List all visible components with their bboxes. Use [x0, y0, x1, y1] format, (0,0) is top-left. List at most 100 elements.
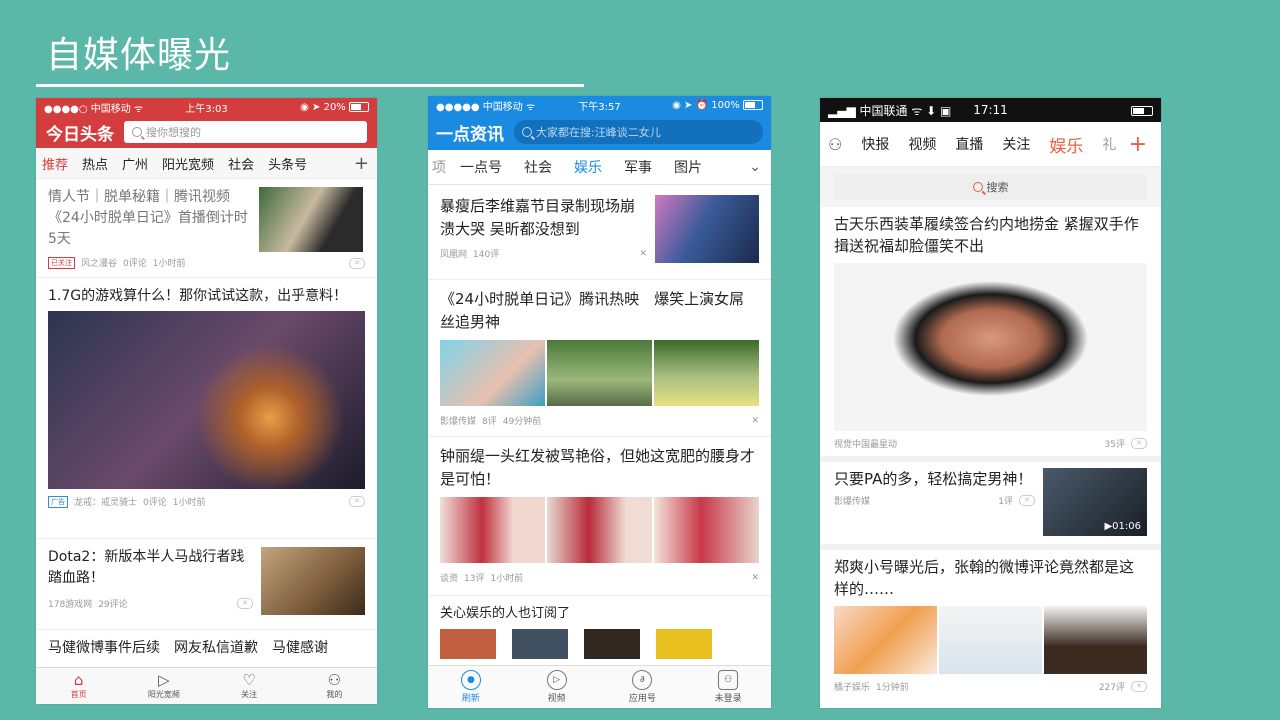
channel-tabs: ⚇ 快报 视频 直播 关注 娱乐 礼 + [820, 122, 1161, 167]
article-time: 1分钟前 [876, 683, 909, 693]
nav-refresh[interactable]: ● 刷新 [428, 666, 514, 708]
nav-apps[interactable]: ∂ 应用号 [600, 666, 686, 708]
article-comments: 13评 [464, 574, 485, 584]
nav-video[interactable]: ▷ 阳光宽频 [121, 668, 206, 704]
avatar[interactable] [584, 629, 640, 659]
tab-news[interactable]: 快报 [861, 134, 889, 154]
dismiss-icon[interactable]: ✕ [349, 496, 365, 507]
article-thumbnail [261, 547, 365, 615]
app-logo: 一点资讯 [436, 124, 504, 145]
tab-society[interactable]: 社会 [228, 154, 254, 173]
nav-login[interactable]: ⚇ 未登录 [685, 666, 771, 708]
tab-images[interactable]: 图片 [674, 157, 702, 177]
carrier-label: ●●●●● 中国移动 ᯤ [436, 101, 536, 113]
article-source: 谈资 [440, 574, 459, 584]
tab-entertainment[interactable]: 娱乐 [574, 157, 602, 177]
video-duration: ▶01:06 [1104, 521, 1141, 532]
tab-yidianhao[interactable]: 一点号 [460, 157, 502, 177]
article-comments: 140评 [473, 250, 500, 260]
dismiss-icon[interactable]: ✕ [1131, 438, 1147, 449]
list-item[interactable]: 《24小时脱单日记》腾讯热映 爆笑上演女屌丝追男神 影爆传媒 8评 49分钟前 … [428, 280, 771, 436]
article-thumbnail [259, 187, 363, 252]
nav-follow[interactable]: ♡ 关注 [207, 668, 292, 704]
tab-live[interactable]: 直播 [955, 134, 983, 154]
user-icon: ⚇ [718, 670, 739, 690]
tab-society[interactable]: 社会 [524, 157, 552, 177]
article-source: 影爆传媒 [834, 497, 871, 507]
article-comments: 1评 [998, 497, 1013, 507]
tab-partial[interactable]: 礼 [1102, 134, 1116, 154]
article-time: 49分钟前 [502, 417, 542, 427]
list-item[interactable]: 情人节｜脱单秘籍｜腾讯视频《24小时脱单日记》首播倒计时5天 已关注 风之漫谷 … [36, 179, 377, 277]
news-app-screenshot: ▂▄▆ 中国联通 ᯤ ⬇ ▣ 17:11 ⚇ 快报 视频 直播 关注 娱乐 礼 … [820, 98, 1161, 708]
article-image [834, 606, 937, 674]
ad-badge: 广告 [48, 495, 68, 508]
play-icon: ▷ [546, 670, 567, 690]
status-bar: ●●●●○ 中国移动 ᯤ 上午3:03 ◉ ➤ 20% [36, 98, 377, 116]
article-image [939, 606, 1042, 674]
app-logo: 今日头条 [46, 124, 114, 145]
dismiss-icon[interactable]: ✕ [1019, 495, 1035, 506]
tab-recommend[interactable]: 推荐 [42, 154, 68, 173]
tab-hot[interactable]: 热点 [82, 154, 108, 173]
list-item[interactable]: 暴瘦后李维嘉节目录制现场崩溃大哭 吴昕都没想到 凤凰网 140评 ✕ [428, 185, 771, 279]
tab-guangzhou[interactable]: 广州 [122, 154, 148, 173]
user-icon[interactable]: ⚇ [828, 135, 842, 154]
article-source: 178游戏网 [48, 600, 93, 610]
video-thumbnail: ▶01:06 [1043, 468, 1147, 536]
search-input[interactable]: 搜索 [834, 174, 1147, 200]
list-item[interactable]: 1.7G的游戏算什么！那你试试这款，出乎意料！ 广告 龙戒：戒灵骑士 0评论 1… [36, 278, 377, 538]
article-time: 1小时前 [490, 574, 524, 584]
article-source: 影爆传媒 [440, 417, 477, 427]
app-header: 一点资讯 大家都在搜:汪峰谈二女儿 [428, 114, 771, 150]
nav-home[interactable]: ⌂ 首页 [36, 668, 121, 704]
tab-video[interactable]: 阳光宽频 [162, 154, 214, 173]
list-item[interactable]: 只要PA的多，轻松搞定男神！ 影爆传媒 1评 ✕ ▶01:06 [820, 462, 1161, 544]
search-icon [132, 127, 142, 137]
followed-badge: 已关注 [48, 256, 75, 269]
article-title: 情人节｜脱单秘籍｜腾讯视频《24小时脱单日记》首播倒计时5天 [48, 189, 248, 247]
search-input[interactable]: 搜你想搜的 [124, 121, 367, 143]
dismiss-icon[interactable]: ✕ [751, 416, 759, 426]
list-item[interactable]: 钟丽缇一头红发被骂艳俗，但她这宽肥的腰身才是可怕！ 谈资 13评 1小时前 ✕ [428, 437, 771, 595]
article-image [834, 263, 1147, 431]
channel-tabs: 项 一点号 社会 娱乐 军事 图片 ⌄ [428, 150, 771, 185]
avatar[interactable] [656, 629, 712, 659]
article-image [547, 340, 652, 406]
article-source: 龙戒：戒灵骑士 [74, 498, 138, 508]
article-image [547, 497, 652, 563]
bottom-nav: ⌂ 首页 ▷ 阳光宽频 ♡ 关注 ⚇ 我的 [36, 667, 377, 704]
dismiss-icon[interactable]: ✕ [237, 598, 253, 609]
tab-partial[interactable]: 项 [432, 157, 446, 177]
article-comments: 227评 [1098, 683, 1125, 693]
channel-tabs: 推荐 热点 广州 阳光宽频 社会 头条号 + [36, 148, 377, 179]
dismiss-icon[interactable]: ✕ [349, 258, 365, 269]
article-source: 橘子娱乐 [834, 683, 871, 693]
article-source: 凤凰网 [440, 250, 468, 260]
nav-profile[interactable]: ⚇ 我的 [292, 668, 377, 704]
tab-video[interactable]: 视频 [908, 134, 936, 154]
search-input[interactable]: 大家都在搜:汪峰谈二女儿 [514, 120, 763, 144]
battery-icon [743, 99, 763, 110]
avatar[interactable] [440, 629, 496, 659]
battery-indicator [991, 103, 1153, 117]
tab-toutiaohao[interactable]: 头条号 [268, 154, 307, 173]
dismiss-icon[interactable]: ✕ [751, 573, 759, 583]
add-channel-icon[interactable]: + [1129, 132, 1147, 157]
article-image [440, 497, 545, 563]
dismiss-icon[interactable]: ✕ [639, 249, 647, 259]
list-item[interactable]: Dota2：新版本半人马战行者践踏血路！ 178游戏网 29评论 ✕ [36, 539, 377, 629]
avatar[interactable] [512, 629, 568, 659]
add-channel-icon[interactable]: + [354, 153, 369, 174]
tab-follow[interactable]: 关注 [1002, 134, 1030, 154]
tab-entertainment[interactable]: 娱乐 [1049, 132, 1083, 157]
nav-video[interactable]: ▷ 视频 [514, 666, 600, 708]
search-placeholder: 搜你想搜的 [146, 126, 201, 139]
dismiss-icon[interactable]: ✕ [1131, 681, 1147, 692]
list-item[interactable]: 郑爽小号曝光后，张翰的微博评论竟然都是这样的…… 橘子娱乐 1分钟前 227评 … [820, 550, 1161, 699]
play-icon: ▷ [158, 671, 170, 689]
list-item[interactable]: 马健微博事件后续 网友私信道歉 马健感谢 [36, 630, 377, 660]
chevron-down-icon[interactable]: ⌄ [749, 159, 761, 175]
tab-military[interactable]: 军事 [624, 157, 652, 177]
list-item[interactable]: 古天乐西装革履续签合约内地捞金 紧握双手作揖送祝福却脸僵笑不出 视觉中国最星动 … [820, 207, 1161, 456]
